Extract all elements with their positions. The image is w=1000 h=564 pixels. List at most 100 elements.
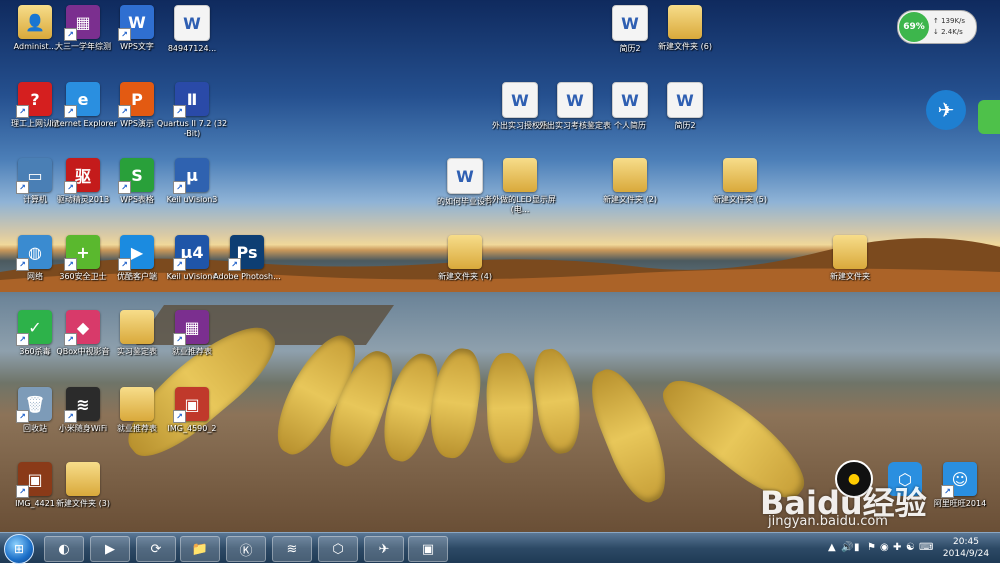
taskbar-k-button[interactable]: Ⓚ [226, 536, 266, 562]
desktop-icon-label: 阿里旺旺2014 [933, 499, 987, 508]
desktop-icon[interactable]: W 简历2 [650, 82, 720, 131]
document-icon: W [174, 5, 210, 41]
desktop-icon-label: 新建文件夹 [830, 272, 870, 281]
app-icon: e ↗ [64, 82, 100, 118]
shortcut-arrow-icon: ↗ [64, 28, 77, 41]
network-monitor-widget[interactable]: 69% ↑ 139K/s ↓ 2.4K/s [897, 10, 977, 44]
tray-icon[interactable]: ◉ [880, 542, 889, 553]
app-icon: ▦ ↗ [64, 5, 100, 41]
app-icon: ▭ ↗ [16, 158, 52, 194]
desktop-icon[interactable]: 新建文件夹 (6) [650, 5, 720, 52]
shortcut-arrow-icon: ↗ [16, 333, 29, 346]
app-icon: ◆ ↗ [64, 310, 100, 346]
desktop-icon-label: IMG_4590_2 [167, 424, 217, 433]
shortcut-arrow-icon: ↗ [118, 28, 131, 41]
shortcut-arrow-icon: ↗ [173, 410, 186, 423]
desktop-icon-label: 老外做的LED显示屏(电... [484, 195, 556, 214]
desktop-icon[interactable]: μ ↗ Keil uVision3 [157, 158, 227, 205]
app-icon: ▣ ↗ [173, 387, 209, 423]
document-icon: W [612, 82, 648, 118]
folder-icon [448, 235, 482, 269]
taskbar-wifi-button[interactable]: ≋ [272, 536, 312, 562]
shortcut-arrow-icon: ↗ [64, 333, 77, 346]
folder-icon: 👤 [18, 5, 52, 39]
app-icon: Ps ↗ [228, 235, 264, 271]
document-icon: W [667, 82, 703, 118]
desktop-icon[interactable]: 新建文件夹 (5) [705, 158, 775, 205]
desktop-icon[interactable]: 老外做的LED显示屏(电... [484, 158, 556, 215]
shortcut-arrow-icon: ↗ [173, 258, 186, 271]
tray-icon[interactable]: ✚ [893, 542, 901, 553]
desktop-icon-label: Adobe Photosh... [213, 272, 281, 281]
shortcut-arrow-icon: ↗ [228, 258, 241, 271]
tray-icon[interactable]: ☯ [906, 542, 915, 553]
app-icon: μ ↗ [173, 158, 209, 194]
upload-rate: ↑ 139K/s [933, 17, 966, 25]
app-icon: S ↗ [118, 158, 154, 194]
start-button[interactable]: ⊞ [4, 534, 34, 564]
app-icon: ☺ ↗ [941, 462, 977, 498]
shortcut-arrow-icon: ↗ [16, 258, 29, 271]
shortcut-arrow-icon: ↗ [16, 105, 29, 118]
app-icon: ▶ ↗ [118, 235, 154, 271]
shortcut-arrow-icon: ↗ [118, 258, 131, 271]
shortcut-arrow-icon: ↗ [118, 181, 131, 194]
frog-float-icon[interactable] [978, 100, 1000, 134]
app-icon: ? ↗ [16, 82, 52, 118]
desktop-icon-label: Quartus II 7.2 (32-Bit) [156, 119, 228, 138]
desktop-icon[interactable]: 新建文件夹 (3) [48, 462, 118, 509]
desktop-icon-label: 新建文件夹 (6) [658, 42, 712, 51]
taskbar-media-button[interactable]: ▶ [90, 536, 130, 562]
shortcut-arrow-icon: ↗ [64, 410, 77, 423]
folder-icon [723, 158, 757, 192]
taskbar-360-button[interactable]: ◐ [44, 536, 84, 562]
taskbar-remote-button[interactable]: ▣ [408, 536, 448, 562]
taskbar-explorer-button[interactable]: 📁 [180, 536, 220, 562]
app-icon: 🗑 ↗ [16, 387, 52, 423]
folder-icon [613, 158, 647, 192]
app-icon: Ⅱ ↗ [173, 82, 209, 118]
desktop-icon[interactable]: ☺ ↗ 阿里旺旺2014 [925, 462, 995, 509]
desktop-icon-label: 新建文件夹 (4) [438, 272, 492, 281]
shortcut-arrow-icon: ↗ [16, 485, 29, 498]
app-icon: ◍ ↗ [16, 235, 52, 271]
tray-icon[interactable]: ⚑ [867, 542, 876, 553]
app-icon: μ4 ↗ [173, 235, 209, 271]
desktop-icon[interactable]: 新建文件夹 (4) [430, 235, 500, 282]
app-icon: W ↗ [118, 5, 154, 41]
folder-icon [66, 462, 100, 496]
shortcut-arrow-icon: ↗ [64, 181, 77, 194]
tray-icon[interactable]: 🔊 [841, 542, 853, 553]
taskbar-bird-button[interactable]: ✈ [364, 536, 404, 562]
shortcut-arrow-icon: ↗ [64, 105, 77, 118]
desktop-icon[interactable]: ▦ ↗ 就业推荐表 [157, 310, 227, 357]
folder-icon [503, 158, 537, 192]
desktop-icon-label: 简历2 [674, 121, 696, 130]
clock-date: 2014/9/24 [942, 549, 990, 559]
clock[interactable]: 20:45 2014/9/24 [936, 536, 996, 560]
desktop-icon[interactable]: 新建文件夹 (2) [595, 158, 665, 205]
desktop-icon[interactable]: Ⅱ ↗ Quartus II 7.2 (32-Bit) [157, 82, 227, 139]
document-icon: W [502, 82, 538, 118]
bird-float-icon[interactable]: ✈ [926, 90, 966, 130]
shortcut-arrow-icon: ↗ [941, 485, 954, 498]
taskbar-app-button[interactable]: ⬡ [318, 536, 358, 562]
tray-icon[interactable]: ⌨ [919, 542, 933, 553]
desktop-icon-label: Keil uVision3 [166, 195, 218, 204]
shortcut-arrow-icon: ↗ [16, 410, 29, 423]
folder-icon [120, 310, 154, 344]
desktop-icon[interactable]: ▣ ↗ IMG_4590_2 [157, 387, 227, 434]
desktop-icon[interactable]: 新建文件夹 [815, 235, 885, 282]
tray-icon[interactable]: ▮ [854, 542, 860, 553]
folder-icon [668, 5, 702, 39]
document-icon: W [557, 82, 593, 118]
tray-icon[interactable]: ▲ [828, 542, 836, 553]
taskbar: ⊞ ◐ ▶ ⟳ 📁 Ⓚ ≋ ⬡ ✈ ▣ ▲ 🔊 ▮ ⚑ ◉ ✚ ☯ ⌨ 20:45 2014/9/24 [0, 532, 1000, 564]
desktop-icon-label: 84947124... [167, 44, 217, 53]
desktop-icon[interactable]: Ps ↗ Adobe Photosh... [212, 235, 282, 282]
desktop-icon-label: 就业推荐表 [172, 347, 212, 356]
taskbar-refresh-button[interactable]: ⟳ [136, 536, 176, 562]
desktop-icon[interactable]: W 84947124... [157, 5, 227, 54]
shortcut-arrow-icon: ↗ [173, 181, 186, 194]
desktop-icon-label: 新建文件夹 (5) [713, 195, 767, 204]
